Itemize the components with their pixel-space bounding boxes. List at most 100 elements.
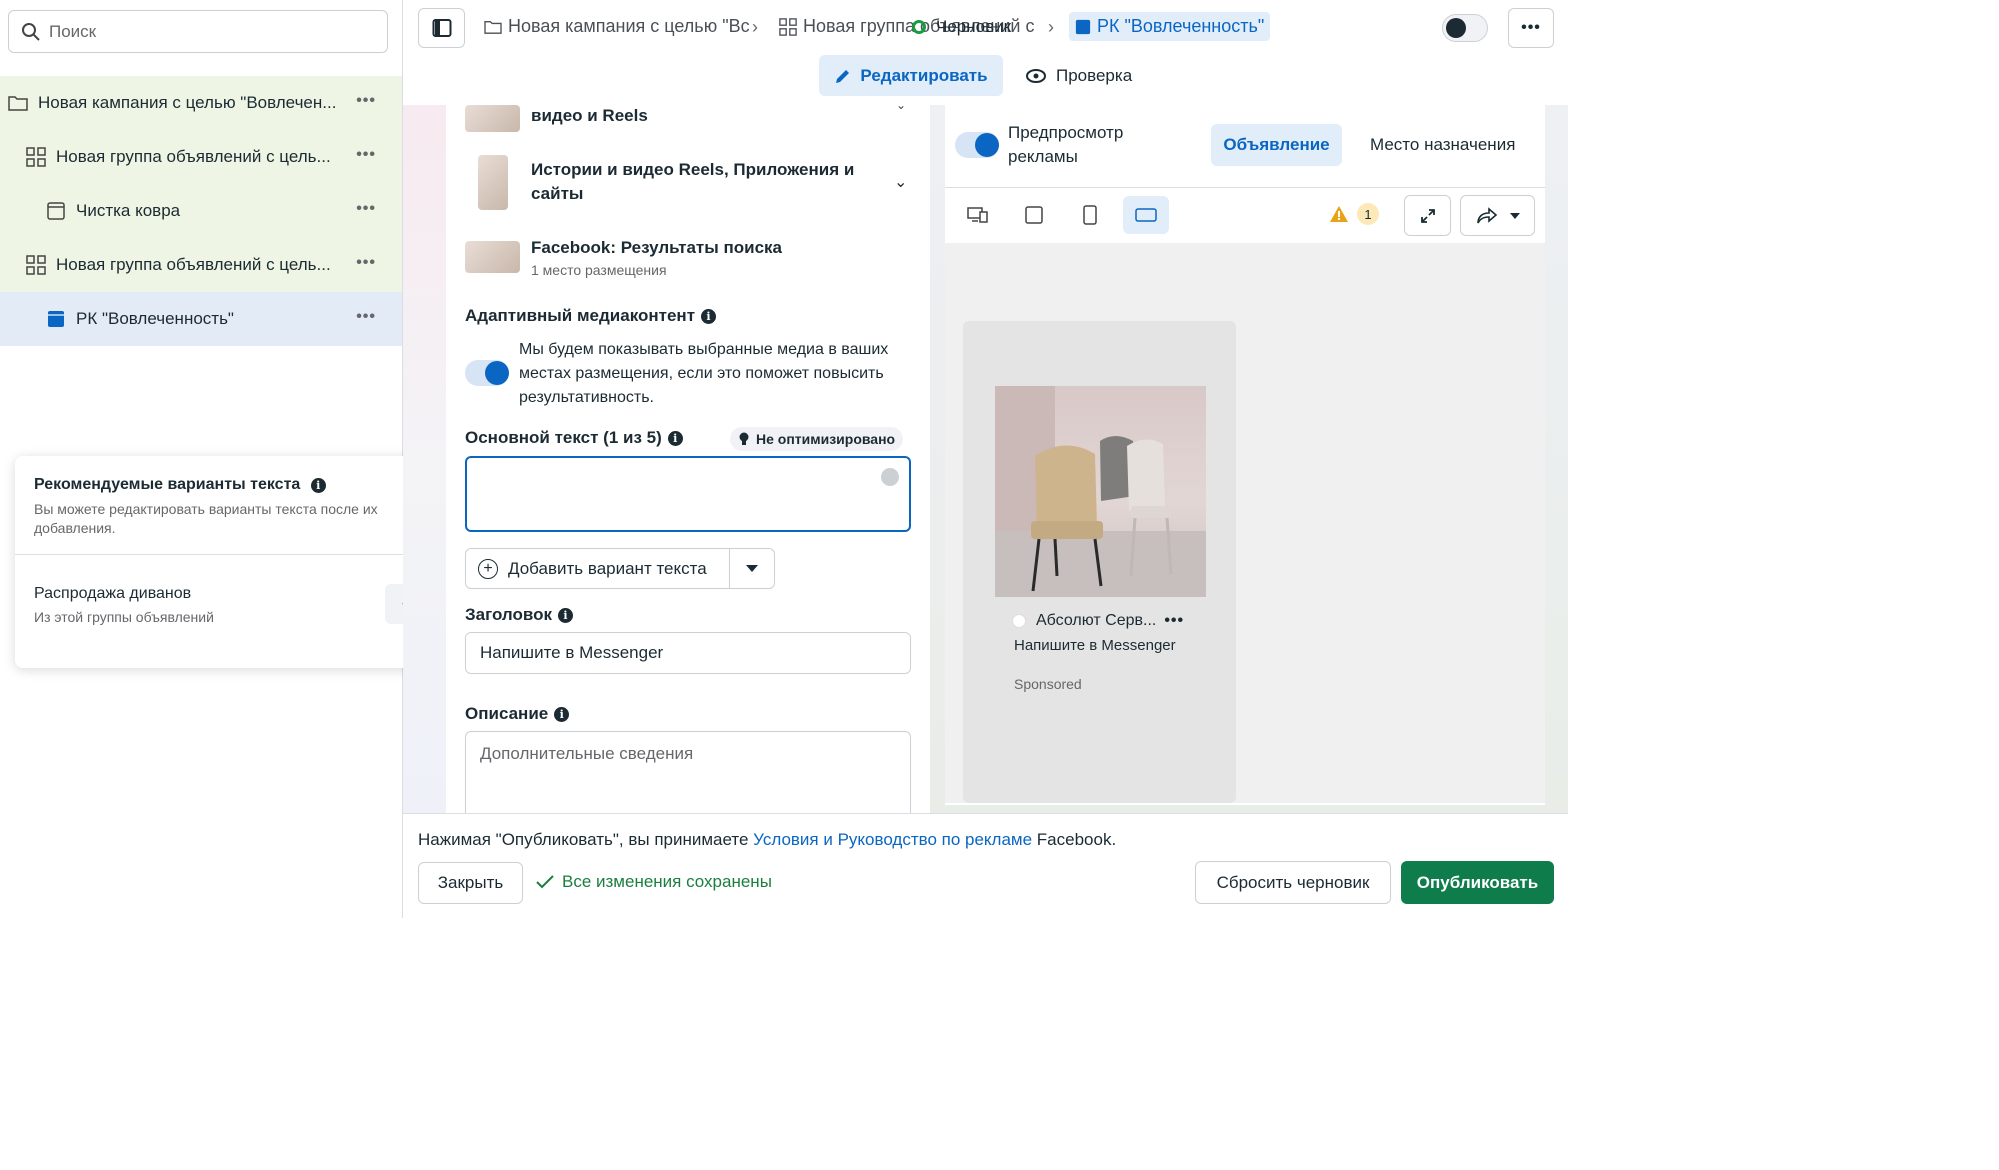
folder-icon	[484, 19, 502, 35]
recommended-subtitle: Вы можете редактировать варианты текста …	[34, 501, 378, 536]
expand-icon	[1420, 208, 1435, 223]
all-devices-button[interactable]	[955, 196, 1001, 234]
placement-thumbnail	[478, 155, 508, 210]
tree-item-label: РК "Вовлеченность"	[76, 309, 234, 328]
page-avatar	[1012, 614, 1026, 628]
reset-draft-button[interactable]: Сбросить черновик	[1195, 861, 1391, 904]
suggestion-title: Распродажа диванов	[34, 585, 192, 602]
terms-link[interactable]: Условия и Руководство по рекламе	[753, 830, 1032, 849]
more-icon[interactable]: •••	[356, 308, 376, 326]
info-icon[interactable]: i	[310, 478, 326, 493]
tree-item-campaign[interactable]: Новая кампания с целью "Вовлечен... •••	[0, 76, 402, 130]
square-format-button[interactable]	[1011, 196, 1057, 234]
pencil-icon	[836, 69, 850, 83]
sponsored-label: Sponsored	[1014, 676, 1082, 692]
search-icon	[22, 22, 40, 41]
add-variant-label: Добавить вариант текста	[508, 558, 707, 578]
status-icon	[912, 20, 926, 34]
tree-item-adset-2[interactable]: Новая группа объявлений с цель... •••	[0, 238, 402, 292]
breadcrumb-ad[interactable]: РК "Вовлеченность"	[1069, 12, 1271, 41]
breadcrumb-label: Новая кампания с целью "Вс	[508, 16, 750, 36]
divider	[15, 554, 450, 555]
recommended-text-panel: Рекомендуемые варианты текста i Вы может…	[15, 456, 450, 668]
panel-icon	[432, 19, 451, 37]
adaptive-media-toggle[interactable]	[465, 360, 509, 386]
ad-cta-text: Напишите в Messenger	[1014, 637, 1176, 654]
more-icon[interactable]: •••	[356, 254, 376, 272]
suggestion-source: Из этой группы объявлений	[34, 609, 214, 625]
emoji-icon[interactable]	[881, 468, 899, 486]
publish-button[interactable]: Опубликовать	[1401, 861, 1554, 904]
tree-item-adset-1[interactable]: Новая группа объявлений с цель... •••	[0, 130, 402, 184]
app-root: Поиск Новая кампания с целью "Вовлечен..…	[0, 0, 1568, 918]
more-icon[interactable]: •••	[356, 200, 376, 218]
more-icon[interactable]: •••	[1164, 612, 1184, 630]
placement-stories-name: Истории и видео Reels, Приложения и сайт…	[531, 160, 855, 203]
share-preview-button[interactable]	[1460, 195, 1535, 236]
warnings-indicator[interactable]: 1	[1329, 203, 1379, 225]
toggle-knob	[975, 133, 999, 157]
more-icon[interactable]: •••	[356, 92, 376, 110]
more-icon: •••	[1521, 19, 1541, 36]
toggle-knob	[485, 361, 509, 385]
chevron-down-icon[interactable]: ⌄	[894, 172, 907, 192]
more-options-button[interactable]: •••	[1508, 8, 1554, 48]
description-input[interactable]: Дополнительные сведения	[465, 731, 911, 813]
ad-filled-icon	[46, 309, 66, 329]
close-button[interactable]: Закрыть	[418, 862, 523, 904]
phone-icon	[1083, 205, 1097, 225]
info-icon[interactable]: i	[701, 308, 717, 324]
edit-tab[interactable]: Редактировать	[819, 55, 1003, 96]
primary-text-input[interactable]	[465, 456, 911, 532]
more-icon[interactable]: •••	[356, 146, 376, 164]
grid-icon	[26, 147, 46, 167]
description-placeholder: Дополнительные сведения	[480, 744, 694, 763]
chevron-right-icon: ›	[752, 17, 758, 37]
ad-preview-toggle[interactable]	[955, 132, 999, 158]
status-draft: Черновик	[912, 17, 1011, 37]
caret-down-icon[interactable]	[746, 565, 758, 572]
tree-item-ad-carpet[interactable]: Чистка ковра •••	[0, 184, 402, 238]
adaptive-media-label: Адаптивный медиаконтент i	[465, 306, 717, 326]
expand-preview-button[interactable]	[1404, 195, 1451, 236]
info-icon[interactable]: i	[558, 607, 574, 623]
add-text-variant-button[interactable]: + Добавить вариант текста	[465, 548, 775, 589]
folder-icon	[8, 93, 28, 113]
ad-filled-icon	[1075, 19, 1091, 35]
headline-input[interactable]: Напишите в Messenger	[465, 632, 911, 674]
search-input[interactable]: Поиск	[8, 10, 388, 53]
toggle-panel-button[interactable]	[418, 8, 465, 48]
breadcrumb-label: РК "Вовлеченность"	[1097, 16, 1265, 36]
not-optimized-badge: Не оптимизировано	[730, 427, 904, 451]
ad-creative-image	[995, 386, 1206, 597]
placement-partial-name: видео и Reels	[531, 106, 648, 125]
tree-item-label: Новая группа объявлений с цель...	[56, 255, 331, 274]
grid-icon	[779, 17, 797, 36]
lightbulb-icon	[739, 432, 749, 445]
status-toggle[interactable]	[1442, 14, 1488, 42]
info-icon[interactable]: i	[667, 430, 683, 446]
ad-preview-label: Предпросмотр рекламы	[1008, 123, 1124, 166]
search-placeholder: Поиск	[49, 21, 97, 41]
headline-label: Заголовок i	[465, 605, 574, 625]
eye-icon	[1026, 68, 1046, 83]
horizontal-format-button[interactable]	[1123, 196, 1169, 234]
ad-icon	[46, 201, 66, 221]
square-icon	[1025, 206, 1043, 224]
tab-ad[interactable]: Объявление	[1211, 124, 1342, 166]
tab-destination[interactable]: Место назначения	[1370, 135, 1515, 155]
headline-value: Напишите в Messenger	[480, 643, 664, 662]
chevron-down-icon[interactable]: ⌄	[896, 98, 906, 112]
info-icon[interactable]: i	[554, 706, 570, 722]
tree-item-ad-selected[interactable]: РК "Вовлеченность" •••	[0, 292, 402, 346]
footer-bar	[403, 813, 1568, 918]
chairs-illustration	[995, 386, 1206, 597]
caret-down-icon	[1509, 212, 1520, 219]
review-tab[interactable]: Проверка	[1026, 55, 1132, 96]
warning-icon	[1330, 206, 1348, 222]
vertical-format-button[interactable]	[1067, 196, 1113, 234]
chevron-right-icon: ›	[1048, 17, 1054, 37]
divider	[729, 549, 730, 588]
plus-circle-icon: +	[478, 558, 498, 579]
breadcrumb-campaign[interactable]: Новая кампания с целью "Вс	[484, 16, 750, 37]
